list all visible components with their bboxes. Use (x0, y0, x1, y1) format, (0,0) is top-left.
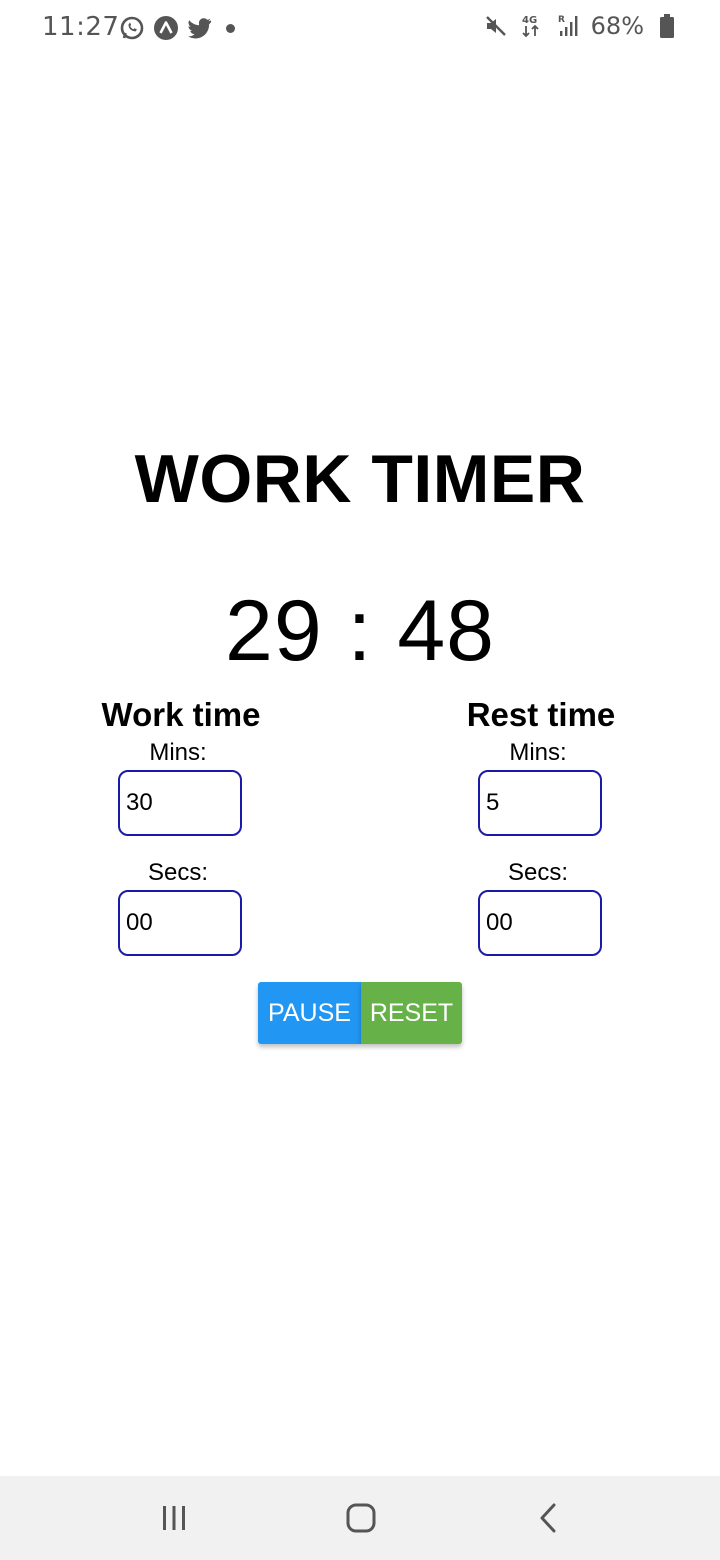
network-4g-icon: 4G (519, 12, 545, 40)
rest-secs-label: Secs: (507, 859, 569, 886)
work-mins-label: Mins: (149, 739, 207, 766)
work-time-section: Work time Mins: Secs: (56, 694, 306, 956)
notification-icons (118, 14, 235, 42)
recents-button[interactable] (144, 1494, 204, 1542)
work-secs-label: Secs: (147, 859, 209, 886)
app-icon (152, 14, 180, 42)
svg-text:4G: 4G (522, 15, 537, 26)
whatsapp-icon (118, 14, 146, 42)
notification-dot-icon (226, 23, 235, 33)
svg-text:R: R (558, 15, 565, 25)
work-time-heading: Work time (101, 696, 261, 733)
battery-percentage: 68% (590, 12, 644, 40)
home-icon (346, 1503, 376, 1533)
work-mins-input[interactable] (118, 770, 242, 836)
status-time: 11:27 (42, 12, 120, 42)
system-status-icons: 4G R 68% (483, 12, 680, 40)
work-secs-input[interactable] (118, 890, 242, 956)
twitter-icon (186, 14, 214, 42)
system-nav-bar (0, 1476, 720, 1560)
screen: 11:27 4G R 68% WORK TIMER 29: 48 Work t… (0, 0, 720, 1560)
back-button[interactable] (519, 1494, 579, 1542)
rest-time-section: Rest time Mins: Secs: (416, 694, 666, 956)
page-title: WORK TIMER (134, 441, 586, 517)
signal-icon: R (555, 12, 581, 40)
rest-mins-input[interactable] (478, 770, 602, 836)
recents-icon (163, 1506, 185, 1530)
status-bar: 11:27 4G R 68% (0, 0, 720, 56)
reset-button[interactable]: RESET (361, 982, 462, 1044)
rest-time-heading: Rest time (466, 696, 616, 733)
rest-mins-label: Mins: (509, 739, 567, 766)
timer-display: 29 : 48 (225, 583, 495, 679)
rest-secs-input[interactable] (478, 890, 602, 956)
mute-icon (483, 12, 509, 40)
pause-button[interactable]: PAUSE (258, 982, 361, 1044)
home-button[interactable] (331, 1494, 391, 1542)
battery-icon (654, 12, 680, 40)
back-icon (540, 1503, 556, 1533)
timer-controls: PAUSE RESET (258, 982, 462, 1044)
